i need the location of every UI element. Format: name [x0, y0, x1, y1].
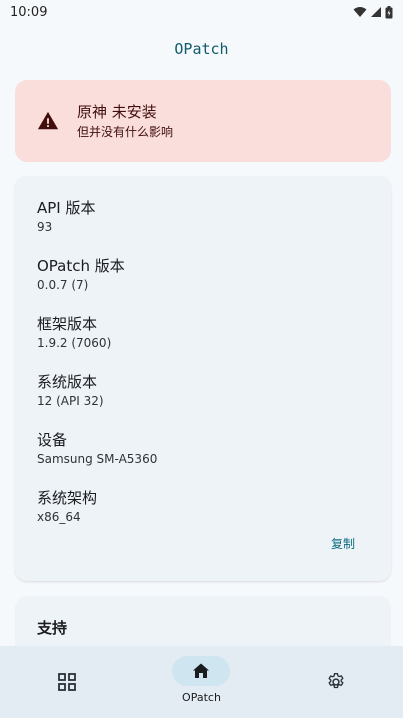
nav-icon-wrap [307, 667, 365, 697]
home-icon [193, 663, 210, 678]
info-card: API 版本 93 OPatch 版本 0.0.7 (7) 框架版本 1.9.2… [15, 176, 391, 581]
warning-subtitle: 但并没有什么影响 [77, 124, 174, 139]
nav-label-opatch: OPatch [182, 691, 221, 704]
screen: 10:09 OPatch 原神 未安装 但并没有什么影响 API 版本 93 O… [0, 0, 403, 718]
warning-icon [37, 111, 59, 130]
bottom-nav: OPatch [0, 646, 403, 718]
info-label: 系统版本 [37, 373, 98, 391]
info-value: 12 (API 32) [37, 394, 104, 408]
info-value: x86_64 [37, 510, 81, 524]
info-label: 框架版本 [37, 315, 98, 333]
info-label: API 版本 [37, 199, 96, 217]
nav-item-apps[interactable] [0, 646, 134, 718]
info-label: OPatch 版本 [37, 257, 125, 275]
warning-card: 原神 未安装 但并没有什么影响 [15, 80, 391, 162]
page-title: OPatch [174, 40, 229, 58]
copy-button[interactable]: 复制 [331, 535, 355, 552]
info-value: 93 [37, 220, 53, 234]
info-item-api-version: API 版本 93 [37, 198, 369, 256]
status-bar: 10:09 [0, 0, 403, 24]
apps-grid-icon [58, 673, 77, 691]
support-title: 支持 [37, 619, 68, 637]
signal-icon [371, 7, 381, 17]
info-item-device: 设备 Samsung SM-A5360 [37, 430, 369, 488]
nav-icon-wrap [172, 656, 231, 686]
info-label: 系统架构 [37, 489, 98, 507]
nav-item-settings[interactable] [269, 646, 403, 718]
info-item-system-version: 系统版本 12 (API 32) [37, 372, 369, 430]
info-item-system-arch: 系统架构 x86_64 [37, 488, 369, 546]
status-icons [353, 5, 393, 19]
info-value: Samsung SM-A5360 [37, 452, 158, 466]
wifi-icon [353, 7, 367, 17]
info-item-framework-version: 框架版本 1.9.2 (7060) [37, 314, 369, 372]
battery-icon [385, 5, 393, 18]
nav-item-opatch[interactable]: OPatch [134, 646, 268, 718]
warning-title: 原神 未安装 [77, 102, 157, 121]
nav-icon-wrap [38, 667, 96, 697]
info-value: 0.0.7 (7) [37, 278, 89, 292]
info-label: 设备 [37, 431, 68, 449]
info-value: 1.9.2 (7060) [37, 336, 112, 350]
warning-texts: 原神 未安装 但并没有什么影响 [77, 102, 173, 141]
info-item-opatch-version: OPatch 版本 0.0.7 (7) [37, 256, 369, 314]
status-time: 10:09 [10, 4, 48, 20]
gear-icon [328, 673, 344, 689]
